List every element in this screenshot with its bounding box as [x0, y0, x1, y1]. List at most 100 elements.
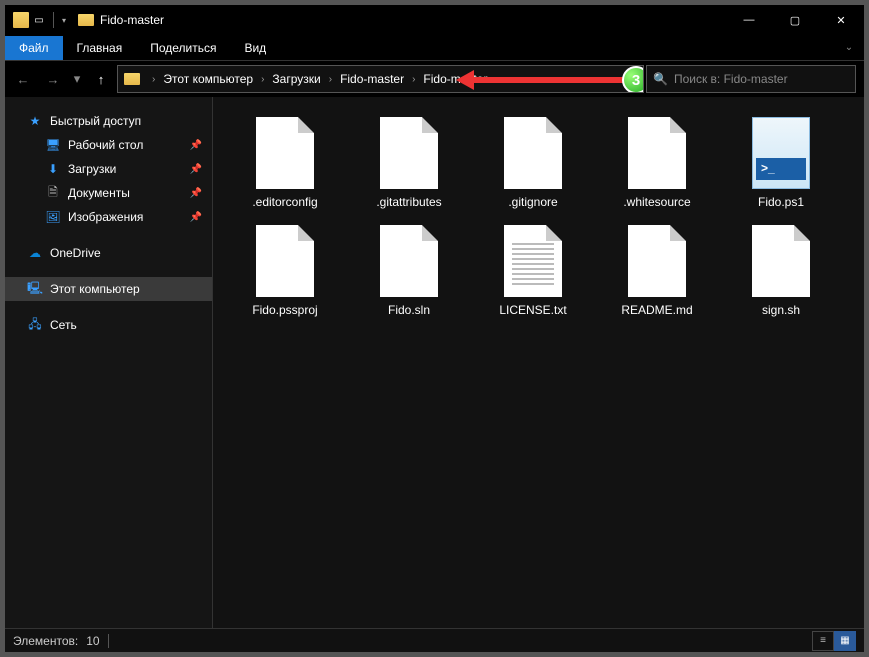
sidebar-item-label: OneDrive: [50, 246, 101, 260]
navigation-row: ← → ▾ ↑ › Этот компьютер › Загрузки › Fi…: [5, 61, 864, 97]
sidebar-item-quick-access[interactable]: ★ Быстрый доступ: [5, 109, 212, 133]
sidebar-item-label: Сеть: [50, 318, 77, 332]
chevron-right-icon[interactable]: ›: [255, 74, 270, 85]
navigation-pane: ★ Быстрый доступ 🖥 Рабочий стол 📌 ⬇ Загр…: [5, 97, 213, 628]
pc-icon: 🖳: [27, 281, 43, 297]
close-button[interactable]: ✕: [818, 5, 864, 35]
minimize-button[interactable]: —: [726, 5, 772, 35]
file-name: sign.sh: [762, 303, 800, 317]
address-dropdown-icon[interactable]: ⌄: [621, 74, 643, 85]
file-item[interactable]: .gitattributes: [347, 115, 471, 223]
sidebar-item-this-pc[interactable]: 🖳 Этот компьютер: [5, 277, 212, 301]
pin-icon: 📌: [190, 212, 202, 223]
file-icon: >_: [752, 117, 810, 189]
status-items-count: 10: [86, 634, 99, 648]
file-name: README.md: [621, 303, 692, 317]
tab-file[interactable]: Файл: [5, 36, 63, 60]
breadcrumb-segment[interactable]: Этот компьютер: [161, 72, 255, 86]
file-icon: [504, 117, 562, 189]
file-item[interactable]: .whitesource: [595, 115, 719, 223]
sidebar-item-desktop[interactable]: 🖥 Рабочий стол 📌: [5, 133, 212, 157]
properties-icon[interactable]: ▭: [31, 12, 47, 28]
qat-dropdown-icon[interactable]: ▾: [60, 12, 68, 28]
chevron-right-icon[interactable]: ›: [406, 74, 421, 85]
file-name: .whitesource: [623, 195, 690, 209]
file-icon: [380, 117, 438, 189]
file-item[interactable]: .gitignore: [471, 115, 595, 223]
quick-access-toolbar: ▭ ▾: [5, 12, 68, 28]
file-name: .gitattributes: [376, 195, 441, 209]
download-icon: ⬇: [45, 161, 61, 177]
search-placeholder: Поиск в: Fido-master: [674, 72, 788, 86]
file-icon: [380, 225, 438, 297]
file-icon: [752, 225, 810, 297]
network-icon: 🖧: [27, 317, 43, 333]
file-name: .editorconfig: [252, 195, 317, 209]
address-bar[interactable]: › Этот компьютер › Загрузки › Fido-maste…: [117, 65, 644, 93]
star-icon: ★: [27, 113, 43, 129]
nav-back-button[interactable]: ←: [9, 65, 37, 93]
file-name: Fido.ps1: [758, 195, 804, 209]
sidebar-item-onedrive[interactable]: ☁ OneDrive: [5, 241, 212, 265]
file-item[interactable]: sign.sh: [719, 223, 843, 331]
cloud-icon: ☁: [27, 245, 43, 261]
chevron-right-icon[interactable]: ›: [323, 74, 338, 85]
tab-home[interactable]: Главная: [63, 36, 137, 60]
file-item[interactable]: Fido.pssproj: [223, 223, 347, 331]
view-switcher: ≡ ▦: [812, 631, 856, 651]
separator: [108, 634, 109, 648]
file-item[interactable]: >_ Fido.ps1: [719, 115, 843, 223]
view-details-button[interactable]: ≡: [812, 631, 834, 651]
body: ★ Быстрый доступ 🖥 Рабочий стол 📌 ⬇ Загр…: [5, 97, 864, 628]
sidebar-item-pictures[interactable]: 🖼 Изображения 📌: [5, 205, 212, 229]
nav-up-button[interactable]: ↑: [87, 65, 115, 93]
sidebar-item-network[interactable]: 🖧 Сеть: [5, 313, 212, 337]
view-icons-button[interactable]: ▦: [834, 631, 856, 651]
file-icon: [256, 117, 314, 189]
sidebar-item-label: Быстрый доступ: [50, 114, 141, 128]
search-box[interactable]: 🔍 Поиск в: Fido-master: [646, 65, 856, 93]
sidebar-item-label: Изображения: [68, 210, 143, 224]
nav-recent-dropdown[interactable]: ▾: [69, 65, 85, 93]
file-grid[interactable]: .editorconfig .gitattributes .gitignore .wh…: [213, 97, 864, 628]
file-icon: [628, 225, 686, 297]
file-name: .gitignore: [508, 195, 557, 209]
pin-icon: 📌: [190, 140, 202, 151]
file-item[interactable]: README.md: [595, 223, 719, 331]
ribbon-expand-icon[interactable]: ⌄: [834, 42, 864, 53]
pictures-icon: 🖼: [45, 209, 61, 225]
file-name: LICENSE.txt: [499, 303, 566, 317]
breadcrumb-segment[interactable]: Fido-master: [421, 72, 489, 86]
sidebar-item-label: Этот компьютер: [50, 282, 140, 296]
tab-view[interactable]: Вид: [230, 36, 280, 60]
status-bar: Элементов: 10 ≡ ▦: [5, 628, 864, 652]
window-folder-icon: [78, 14, 94, 26]
file-icon: [504, 225, 562, 297]
chevron-right-icon[interactable]: ›: [146, 74, 161, 85]
pin-icon: 📌: [190, 188, 202, 199]
maximize-button[interactable]: ▢: [772, 5, 818, 35]
tab-share[interactable]: Поделиться: [136, 36, 230, 60]
sidebar-item-label: Рабочий стол: [68, 138, 143, 152]
file-item[interactable]: LICENSE.txt: [471, 223, 595, 331]
window-title: Fido-master: [100, 13, 164, 27]
nav-forward-button[interactable]: →: [39, 65, 67, 93]
ribbon-tabs: Файл Главная Поделиться Вид ⌄: [5, 35, 864, 61]
file-item[interactable]: Fido.sln: [347, 223, 471, 331]
sidebar-item-documents[interactable]: 🗎 Документы 📌: [5, 181, 212, 205]
sidebar-item-downloads[interactable]: ⬇ Загрузки 📌: [5, 157, 212, 181]
file-item[interactable]: .editorconfig: [223, 115, 347, 223]
file-name: Fido.sln: [388, 303, 430, 317]
file-icon: [256, 225, 314, 297]
titlebar: ▭ ▾ Fido-master — ▢ ✕: [5, 5, 864, 35]
address-folder-icon: [124, 73, 140, 85]
desktop-icon: 🖥: [45, 137, 61, 153]
breadcrumb-segment[interactable]: Загрузки: [270, 72, 322, 86]
document-icon: 🗎: [45, 185, 61, 201]
status-items-label: Элементов:: [13, 634, 78, 648]
explorer-window: ▭ ▾ Fido-master — ▢ ✕ Файл Главная Подел…: [4, 4, 865, 653]
sidebar-item-label: Загрузки: [68, 162, 116, 176]
qat-separator: [53, 12, 54, 28]
breadcrumb-segment[interactable]: Fido-master: [338, 72, 406, 86]
search-icon: 🔍: [653, 72, 668, 86]
